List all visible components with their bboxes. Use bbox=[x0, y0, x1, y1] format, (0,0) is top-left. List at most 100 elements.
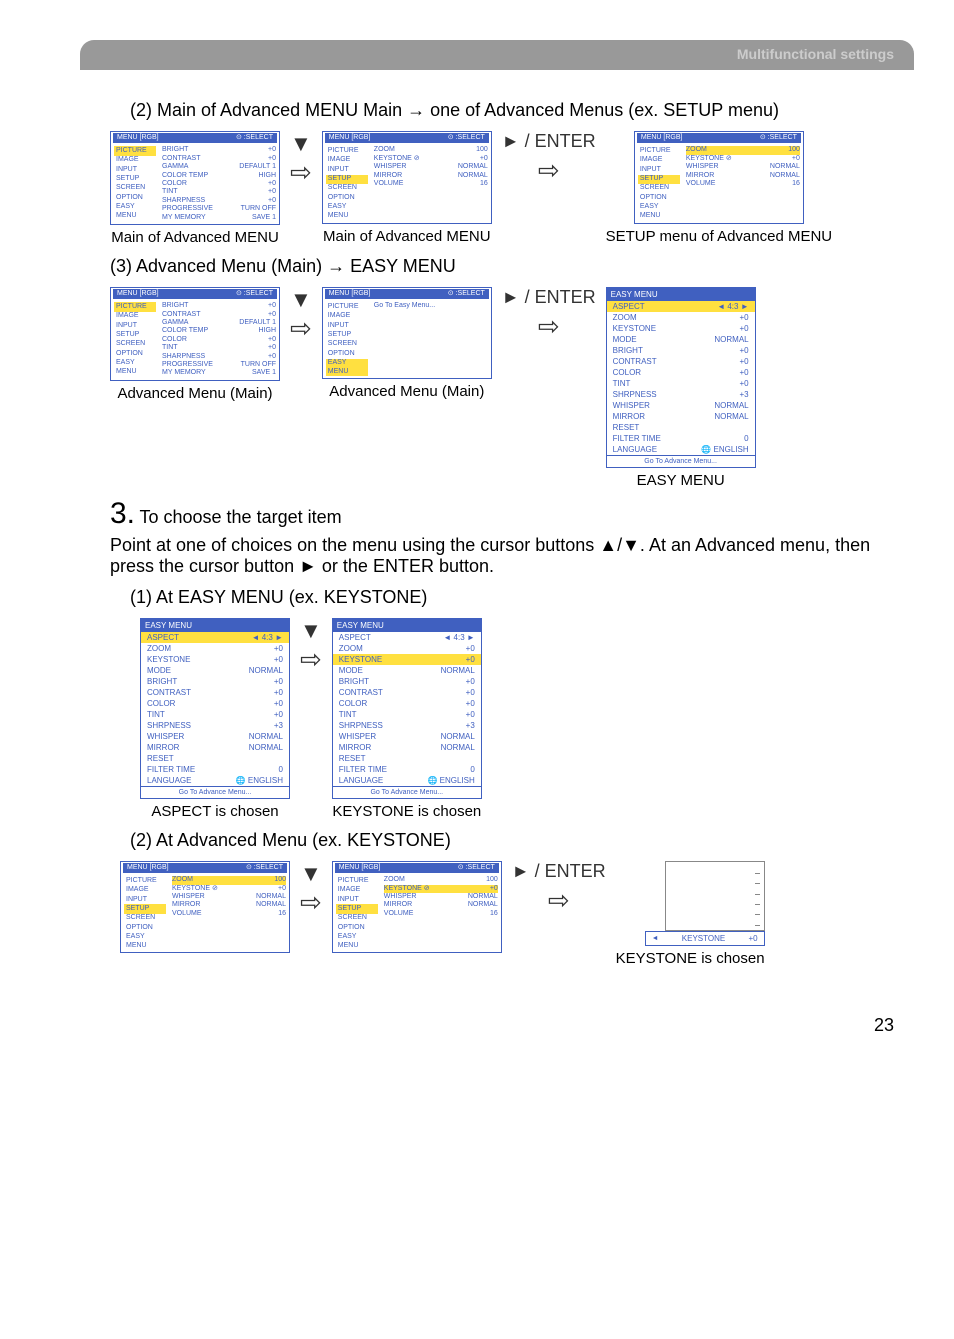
easy-menu-row[interactable]: RESET bbox=[141, 753, 289, 764]
menu-left-item[interactable]: EASY MENU bbox=[638, 203, 680, 221]
easy-menu-row[interactable]: KEYSTONE+0 bbox=[607, 323, 755, 334]
easy-menu-row[interactable]: LANGUAGE🌐 ENGLISH bbox=[607, 444, 755, 455]
easy-menu-row[interactable]: LANGUAGE🌐 ENGLISH bbox=[333, 775, 481, 786]
menu-left-item[interactable]: SETUP bbox=[114, 330, 156, 339]
easy-menu-row[interactable]: CONTRAST+0 bbox=[333, 687, 481, 698]
menu-left-item[interactable]: IMAGE bbox=[124, 886, 166, 895]
menu-left-item[interactable]: OPTION bbox=[638, 193, 680, 202]
easy-menu-row[interactable]: MIRRORNORMAL bbox=[333, 742, 481, 753]
easy-menu-row[interactable]: BRIGHT+0 bbox=[607, 345, 755, 356]
easy-menu-row[interactable]: MODENORMAL bbox=[607, 334, 755, 345]
menu-left-item[interactable]: SETUP bbox=[114, 175, 156, 184]
caption-s3-m1: Advanced Menu (Main) bbox=[117, 385, 272, 402]
menu-left-item[interactable]: OPTION bbox=[326, 349, 368, 358]
menu-left-item[interactable]: EASY MENU bbox=[114, 359, 156, 377]
menu-left-item[interactable]: PICTURE bbox=[326, 146, 368, 155]
menu-left-item[interactable]: OPTION bbox=[114, 193, 156, 202]
menu-left-item[interactable]: OPTION bbox=[336, 923, 378, 932]
menu-left-item[interactable]: SCREEN bbox=[124, 914, 166, 923]
easy-menu-row[interactable]: ZOOM+0 bbox=[141, 643, 289, 654]
easy-menu-row[interactable]: FILTER TIME0 bbox=[141, 764, 289, 775]
menu-left-item[interactable]: SCREEN bbox=[638, 184, 680, 193]
menu-left-item[interactable]: SCREEN bbox=[326, 340, 368, 349]
easy-menu-row[interactable]: TINT+0 bbox=[607, 378, 755, 389]
easy-menu-row[interactable]: WHISPERNORMAL bbox=[333, 731, 481, 742]
easy-menu-row[interactable]: RESET bbox=[333, 753, 481, 764]
menu-left-item[interactable]: EASY MENU bbox=[114, 203, 156, 221]
menu-left-item[interactable]: INPUT bbox=[326, 165, 368, 174]
easy-menu-row[interactable]: ZOOM+0 bbox=[333, 643, 481, 654]
easy-menu-row[interactable]: FILTER TIME0 bbox=[607, 433, 755, 444]
easy-menu-row[interactable]: TINT+0 bbox=[333, 709, 481, 720]
easy-menu-row[interactable]: WHISPERNORMAL bbox=[607, 400, 755, 411]
easy-menu-row[interactable]: MODENORMAL bbox=[141, 665, 289, 676]
menu-left-item[interactable]: INPUT bbox=[336, 895, 378, 904]
menu-left-item[interactable]: EASY MENU bbox=[326, 359, 368, 377]
easy-menu-row[interactable]: RESET bbox=[607, 422, 755, 433]
menu-left-item[interactable]: OPTION bbox=[326, 193, 368, 202]
menu-left-item[interactable]: SETUP bbox=[336, 904, 378, 913]
easy-menu-row[interactable]: SHRPNESS+3 bbox=[141, 720, 289, 731]
easy-menu-row[interactable]: BRIGHT+0 bbox=[141, 676, 289, 687]
caption-s2-m1: Main of Advanced MENU bbox=[111, 229, 279, 246]
easy-menu-row[interactable]: MODENORMAL bbox=[333, 665, 481, 676]
menu-left-item[interactable]: IMAGE bbox=[326, 312, 368, 321]
easy-menu-row[interactable]: CONTRAST+0 bbox=[141, 687, 289, 698]
menu-left-item[interactable]: PICTURE bbox=[638, 146, 680, 155]
menu-left-item[interactable]: IMAGE bbox=[114, 312, 156, 321]
menu-left-item[interactable]: SCREEN bbox=[114, 184, 156, 193]
menu-left-item[interactable]: IMAGE bbox=[336, 886, 378, 895]
menu-left-item[interactable]: EASY MENU bbox=[124, 933, 166, 951]
menu-left-item[interactable]: INPUT bbox=[114, 321, 156, 330]
easy-menu-row[interactable]: ASPECT◄ 4:3 ► bbox=[607, 301, 755, 312]
menu-left-item[interactable]: PICTURE bbox=[114, 146, 156, 155]
easy-menu-row[interactable]: CONTRAST+0 bbox=[607, 356, 755, 367]
easy-menu-row[interactable]: ASPECT◄ 4:3 ► bbox=[141, 632, 289, 643]
easy-menu-row[interactable]: BRIGHT+0 bbox=[333, 676, 481, 687]
down-arrow-icon: ▼ bbox=[300, 861, 322, 887]
menu-left-item[interactable]: PICTURE bbox=[114, 302, 156, 311]
easy-menu-row[interactable]: SHRPNESS+3 bbox=[333, 720, 481, 731]
easy-menu-row[interactable]: COLOR+0 bbox=[141, 698, 289, 709]
menu-left-item[interactable]: PICTURE bbox=[326, 302, 368, 311]
menu-left-item[interactable]: SCREEN bbox=[336, 914, 378, 923]
right-arrow-icon: ⇨ bbox=[502, 311, 596, 342]
menu-left-item[interactable]: SCREEN bbox=[114, 340, 156, 349]
menu-left-item[interactable]: PICTURE bbox=[336, 876, 378, 885]
enter-label: ► / ENTER bbox=[502, 287, 596, 309]
menu-left-item[interactable]: IMAGE bbox=[326, 156, 368, 165]
menu-left-item[interactable]: INPUT bbox=[114, 165, 156, 174]
easy-menu-row[interactable]: ZOOM+0 bbox=[607, 312, 755, 323]
step-line1: To choose the target item bbox=[139, 507, 341, 527]
menu-left-item[interactable]: PICTURE bbox=[124, 876, 166, 885]
easy-menu-row[interactable]: LANGUAGE🌐 ENGLISH bbox=[141, 775, 289, 786]
easy-menu-row[interactable]: ASPECT◄ 4:3 ► bbox=[333, 632, 481, 643]
menu-right-row: PROGRESSIVETURN OFF bbox=[162, 361, 276, 369]
menu-left-item[interactable]: SETUP bbox=[326, 330, 368, 339]
menu-left-item[interactable]: SETUP bbox=[638, 175, 680, 184]
easy-menu-row[interactable]: MIRRORNORMAL bbox=[141, 742, 289, 753]
menu-left-item[interactable]: SETUP bbox=[326, 175, 368, 184]
easy-menu-row[interactable]: FILTER TIME0 bbox=[333, 764, 481, 775]
enter-label: ► / ENTER bbox=[512, 861, 606, 883]
easy-menu-row[interactable]: WHISPERNORMAL bbox=[141, 731, 289, 742]
menu-left-item[interactable]: IMAGE bbox=[638, 156, 680, 165]
menu-left-item[interactable]: IMAGE bbox=[114, 156, 156, 165]
menu-left-item[interactable]: INPUT bbox=[326, 321, 368, 330]
menu-left-item[interactable]: SCREEN bbox=[326, 184, 368, 193]
easy-menu-row[interactable]: SHRPNESS+3 bbox=[607, 389, 755, 400]
caption-s3-m2: Advanced Menu (Main) bbox=[329, 383, 484, 400]
menu-left-item[interactable]: EASY MENU bbox=[336, 933, 378, 951]
easy-menu-row[interactable]: COLOR+0 bbox=[333, 698, 481, 709]
menu-left-item[interactable]: SETUP bbox=[124, 904, 166, 913]
easy-menu-row[interactable]: TINT+0 bbox=[141, 709, 289, 720]
menu-left-item[interactable]: OPTION bbox=[114, 349, 156, 358]
menu-left-item[interactable]: OPTION bbox=[124, 923, 166, 932]
easy-menu-row[interactable]: KEYSTONE+0 bbox=[333, 654, 481, 665]
easy-menu-row[interactable]: KEYSTONE+0 bbox=[141, 654, 289, 665]
menu-left-item[interactable]: INPUT bbox=[124, 895, 166, 904]
menu-left-item[interactable]: EASY MENU bbox=[326, 203, 368, 221]
easy-menu-row[interactable]: COLOR+0 bbox=[607, 367, 755, 378]
menu-left-item[interactable]: INPUT bbox=[638, 165, 680, 174]
easy-menu-row[interactable]: MIRRORNORMAL bbox=[607, 411, 755, 422]
